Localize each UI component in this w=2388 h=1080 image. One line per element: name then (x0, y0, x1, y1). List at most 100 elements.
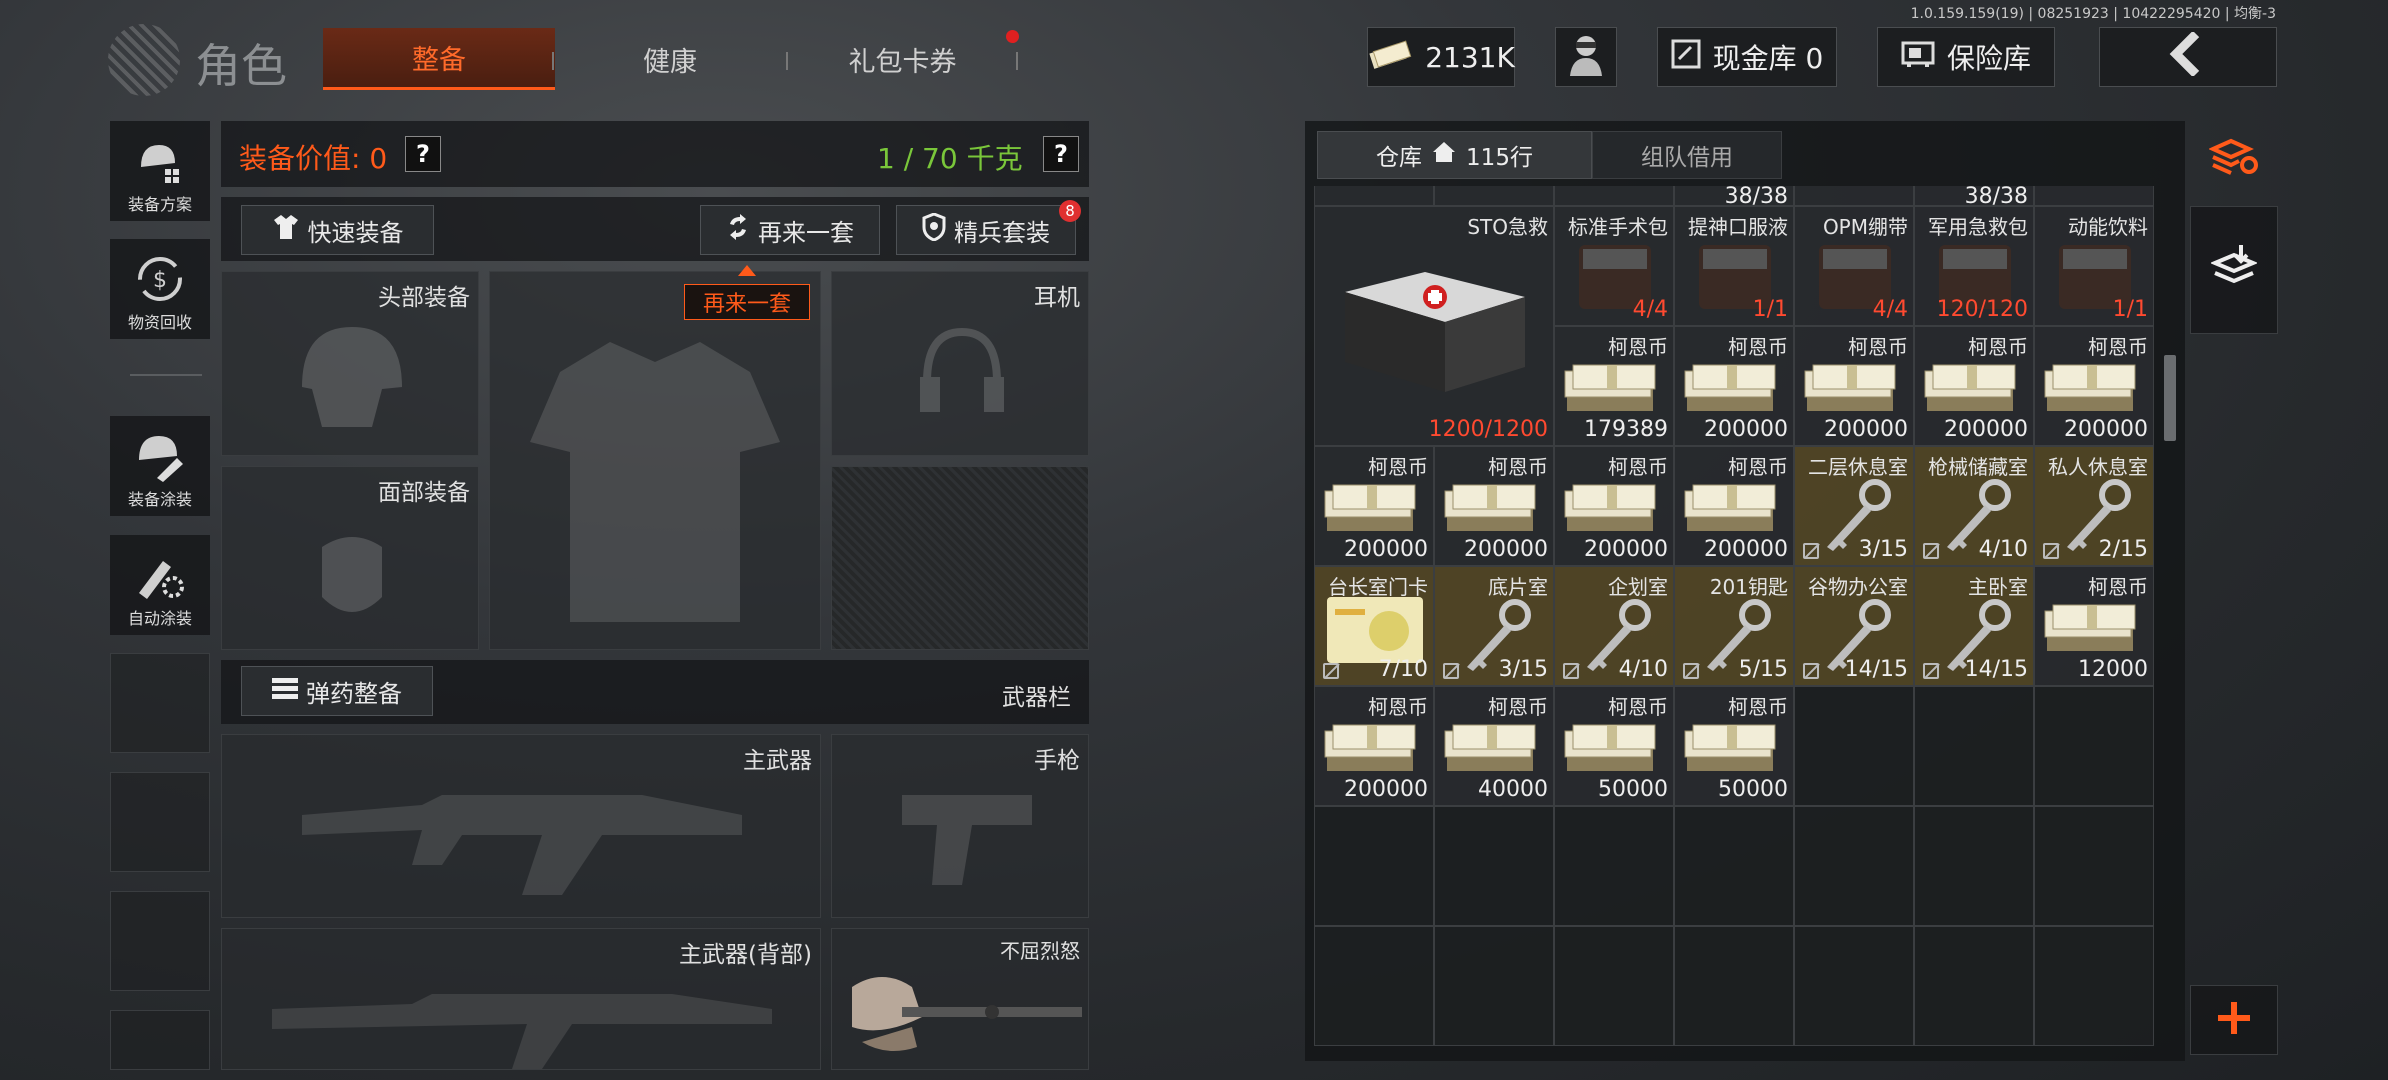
inventory-item-key[interactable]: 201钥匙 5/15 (1674, 566, 1794, 686)
empty-inventory-cell[interactable] (1434, 926, 1554, 1046)
empty-inventory-cell[interactable] (1554, 926, 1674, 1046)
tab-divider (552, 52, 554, 70)
inventory-item[interactable]: 柯恩币 200000 (2034, 326, 2154, 446)
weight-help-button[interactable]: ? (1043, 136, 1079, 172)
inventory-item[interactable]: 柯恩币 12000 (2034, 566, 2154, 686)
add-button[interactable] (2190, 985, 2278, 1055)
inventory-grid: 38/38 38/38 STO急救 1200/1200 标准手术包 4/4 提神口服… (1314, 186, 2156, 1056)
inventory-item[interactable]: 柯恩币 200000 (1434, 446, 1554, 566)
inventory-cell[interactable] (1434, 186, 1554, 206)
face-slot[interactable]: 面部装备 (221, 466, 479, 650)
item-count: 38/38 (1964, 186, 2028, 206)
locked-slot (831, 466, 1089, 650)
inventory-cell[interactable]: 38/38 (1914, 186, 2034, 206)
again-loadout-button[interactable]: 再来一套 (700, 205, 880, 255)
sort-refresh-button[interactable] (2190, 121, 2278, 196)
inventory-item[interactable]: OPM绷带 4/4 (1794, 206, 1914, 326)
empty-inventory-cell[interactable] (1314, 926, 1434, 1046)
empty-inventory-cell[interactable] (2034, 926, 2154, 1046)
warehouse-tab[interactable]: 仓库 115行 (1317, 131, 1592, 179)
helmet-brush-icon (132, 430, 188, 482)
safe-button[interactable]: 保险库 (1877, 27, 2055, 87)
equipment-paint-button[interactable]: 装备涂装 (110, 416, 210, 516)
head-slot[interactable]: 头部装备 (221, 271, 479, 456)
melee-slot[interactable]: 不屈烈怒 (831, 928, 1089, 1070)
inventory-item-sto-medkit[interactable]: STO急救 1200/1200 (1314, 206, 1554, 446)
inventory-item-key[interactable]: 底片室 3/15 (1434, 566, 1554, 686)
cash-vault-button[interactable]: 现金库 0 (1657, 27, 1837, 87)
empty-inventory-cell[interactable] (1674, 806, 1794, 926)
empty-inventory-cell[interactable] (1914, 806, 2034, 926)
inventory-item-key[interactable]: 谷物办公室 14/15 (1794, 566, 1914, 686)
stash-download-button[interactable] (2190, 206, 2278, 334)
cash-vault-icon (1671, 39, 1701, 76)
inventory-item[interactable]: 柯恩币 200000 (1914, 326, 2034, 446)
inventory-item-key[interactable]: 台长室门卡 7/10 (1314, 566, 1434, 686)
helmet-icon (302, 327, 402, 427)
inventory-item-key[interactable]: 私人休息室 2/15 (2034, 446, 2154, 566)
empty-inventory-cell[interactable] (1674, 926, 1794, 1046)
empty-inventory-cell[interactable] (1914, 686, 2034, 806)
inventory-item[interactable]: 标准手术包 4/4 (1554, 206, 1674, 326)
inventory-item[interactable]: 柯恩币 179389 (1554, 326, 1674, 446)
back-button[interactable] (2099, 27, 2277, 87)
inventory-item[interactable]: 柯恩币 40000 (1434, 686, 1554, 806)
inventory-item[interactable]: 提神口服液 1/1 (1674, 206, 1794, 326)
inventory-item[interactable]: 军用急救包 120/120 (1914, 206, 2034, 326)
inventory-cell[interactable]: 38/38 (1674, 186, 1794, 206)
tab-gift-coupons[interactable]: 礼包卡券 (800, 28, 1005, 90)
tab-health[interactable]: 健康 (580, 28, 760, 90)
auto-paint-button[interactable]: 自动涂装 (110, 535, 210, 635)
value-help-button[interactable]: ? (405, 136, 441, 172)
empty-inventory-cell[interactable] (1314, 806, 1434, 926)
inventory-item-key[interactable]: 企划室 4/10 (1554, 566, 1674, 686)
inventory-item[interactable]: 柯恩币 200000 (1314, 686, 1434, 806)
empty-inventory-cell[interactable] (2034, 686, 2154, 806)
warehouse-scrollbar[interactable] (2164, 355, 2176, 441)
pistol-slot[interactable]: 手枪 (831, 734, 1089, 918)
inventory-item[interactable]: 柯恩币 200000 (1554, 446, 1674, 566)
item-name: 柯恩币 (1968, 335, 2028, 359)
team-borrow-tab[interactable]: 组队借用 (1592, 131, 1782, 179)
primary-weapon-slot[interactable]: 主武器 (221, 734, 821, 918)
inventory-cell[interactable] (1554, 186, 1674, 206)
item-name: 柯恩币 (1608, 695, 1668, 719)
inventory-item[interactable]: 柯恩币 200000 (1794, 326, 1914, 446)
empty-inventory-cell[interactable] (1434, 806, 1554, 926)
inventory-cell[interactable] (1794, 186, 1914, 206)
empty-inventory-cell[interactable] (1794, 686, 1914, 806)
recycle-icon: $ (132, 253, 188, 305)
item-count: 1/1 (1752, 297, 1788, 322)
operator-button[interactable] (1555, 27, 1617, 87)
armor-slot[interactable] (489, 271, 821, 650)
page-title: 角色 (195, 39, 287, 93)
weapon-bar-label: 武器栏 (1002, 685, 1071, 711)
elite-kit-button[interactable]: 精兵套装 (896, 205, 1076, 255)
item-name: 柯恩币 (1608, 335, 1668, 359)
loadout-plan-button[interactable]: 装备方案 (110, 121, 210, 221)
inventory-item[interactable]: 柯恩币 200000 (1674, 326, 1794, 446)
inventory-item[interactable]: 柯恩币 50000 (1674, 686, 1794, 806)
empty-inventory-cell[interactable] (1554, 806, 1674, 926)
back-weapon-slot[interactable]: 主武器(背部) (221, 928, 821, 1070)
inventory-item[interactable]: 动能饮料 1/1 (2034, 206, 2154, 326)
empty-inventory-cell[interactable] (2034, 806, 2154, 926)
supply-recycle-button[interactable]: $ 物资回收 (110, 239, 210, 339)
inventory-item-key[interactable]: 主卧室 14/15 (1914, 566, 2034, 686)
money-display[interactable]: 2131K (1367, 27, 1515, 87)
inventory-item[interactable]: 柯恩币 50000 (1554, 686, 1674, 806)
tab-loadout[interactable]: 整备 (323, 28, 555, 90)
item-name: 柯恩币 (1848, 335, 1908, 359)
inventory-item[interactable]: 柯恩币 200000 (1674, 446, 1794, 566)
earphone-slot[interactable]: 耳机 (831, 271, 1089, 456)
inventory-cell[interactable] (1314, 186, 1434, 206)
empty-inventory-cell[interactable] (1794, 806, 1914, 926)
inventory-cell[interactable] (2034, 186, 2154, 206)
quick-equip-button[interactable]: 快速装备 (241, 205, 434, 255)
ammo-prep-button[interactable]: 弹药整备 (241, 666, 433, 716)
inventory-item-key[interactable]: 枪械储藏室 4/10 (1914, 446, 2034, 566)
empty-inventory-cell[interactable] (1914, 926, 2034, 1046)
inventory-item-key[interactable]: 二层休息室 3/15 (1794, 446, 1914, 566)
empty-inventory-cell[interactable] (1794, 926, 1914, 1046)
inventory-item[interactable]: 柯恩币 200000 (1314, 446, 1434, 566)
